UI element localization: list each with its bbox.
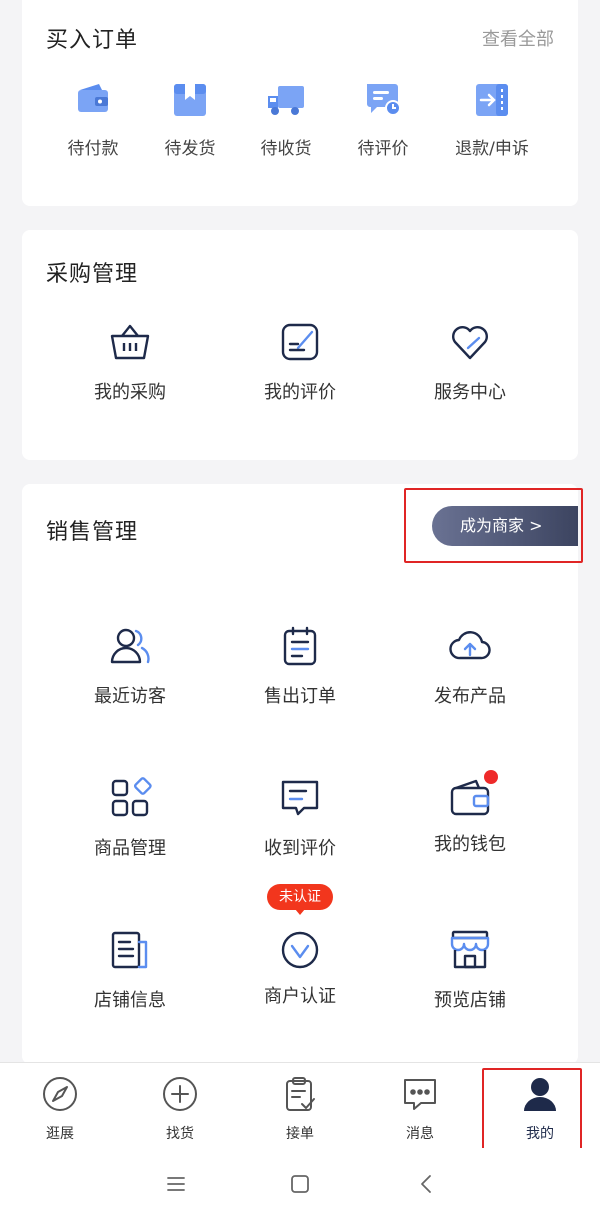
order-pending-shipment[interactable]: 待发货 (140, 78, 240, 159)
tab-take-orders[interactable]: 接单 (240, 1075, 360, 1143)
wallet-outline-icon (450, 779, 490, 816)
order-refund[interactable]: 退款/申诉 (442, 78, 542, 159)
sold-orders-label: 售出订单 (264, 686, 336, 707)
order-pending-receipt-label: 待收货 (260, 139, 312, 159)
product-management-item[interactable]: 商品管理 (50, 776, 210, 860)
order-pending-review-label: 待评价 (357, 139, 409, 159)
tab-explore-label: 逛展 (46, 1126, 74, 1142)
merchant-verification-item[interactable]: 未认证 商户认证 (220, 884, 380, 1008)
order-check-icon (286, 1077, 315, 1111)
sold-orders-item[interactable]: 售出订单 (220, 624, 380, 708)
cloud-upload-icon (449, 631, 491, 660)
home-square-icon[interactable] (286, 1170, 314, 1198)
preview-store-item[interactable]: 预览店铺 (390, 928, 550, 1012)
my-reviews-item[interactable]: 我的评价 (220, 320, 380, 404)
chat-icon (404, 1079, 436, 1110)
my-reviews-label: 我的评价 (264, 382, 336, 403)
buy-orders-card: 买入订单 查看全部 待付款 待发货 待收货 待评价 退款/申诉 (22, 0, 578, 206)
service-center-label: 服务中心 (434, 382, 506, 403)
received-reviews-item[interactable]: 收到评价 (220, 776, 380, 860)
back-chevron-icon[interactable] (412, 1170, 440, 1198)
menu-icon[interactable] (162, 1170, 190, 1198)
wallet-notification-dot (484, 770, 498, 784)
tab-find-goods-label: 找货 (166, 1126, 194, 1142)
plus-circle-icon (163, 1077, 197, 1111)
recent-visitors-item[interactable]: 最近访客 (50, 624, 210, 708)
view-all-link[interactable]: 查看全部 (482, 25, 554, 51)
tab-take-orders-label: 接单 (286, 1126, 314, 1142)
order-pending-review[interactable]: 待评价 (333, 78, 433, 159)
my-purchases-item[interactable]: 我的采购 (50, 320, 210, 404)
order-pending-payment-label: 待付款 (67, 139, 119, 159)
visitors-icon (110, 628, 150, 664)
truck-icon (268, 86, 304, 115)
unverified-badge: 未认证 (267, 884, 333, 915)
document-icon (111, 931, 148, 969)
basket-icon (110, 324, 150, 360)
wallet-icon-wrap (448, 770, 498, 820)
service-center-item[interactable]: 服务中心 (390, 320, 550, 404)
order-pending-shipment-label: 待发货 (164, 139, 216, 159)
clipboard-icon (283, 626, 317, 666)
recent-visitors-label: 最近访客 (94, 686, 166, 707)
verify-icon (281, 931, 319, 969)
tab-messages[interactable]: 消息 (360, 1075, 480, 1143)
sales-management-card: 销售管理 成为商家 > 最近访客 售出订单 发布产品 商品管理 收到评价 我的钱… (22, 484, 578, 1064)
system-navigation-bar (0, 1148, 600, 1218)
tab-explore[interactable]: 逛展 (0, 1075, 120, 1143)
mine-tab-highlight (482, 1068, 582, 1156)
order-refund-label: 退款/申诉 (455, 139, 529, 159)
order-pending-receipt[interactable]: 待收货 (236, 78, 336, 159)
message-icon (281, 780, 319, 816)
store-info-label: 店铺信息 (94, 990, 166, 1011)
received-reviews-label: 收到评价 (264, 838, 336, 859)
my-wallet-item[interactable]: 我的钱包 (390, 770, 550, 856)
verify-icon-wrap: 未认证 (267, 884, 333, 972)
edit-review-icon (281, 323, 319, 361)
publish-product-item[interactable]: 发布产品 (390, 624, 550, 708)
purchase-management-card: 采购管理 我的采购 我的评价 服务中心 (22, 230, 578, 460)
my-wallet-label: 我的钱包 (434, 834, 506, 855)
heart-icon (452, 326, 488, 360)
product-management-label: 商品管理 (94, 838, 166, 859)
sales-management-title: 销售管理 (46, 520, 139, 545)
grid-icon (111, 777, 152, 817)
publish-product-label: 发布产品 (434, 686, 506, 707)
store-info-item[interactable]: 店铺信息 (50, 928, 210, 1012)
refund-icon (476, 84, 508, 116)
compass-icon (43, 1077, 77, 1111)
tab-find-goods[interactable]: 找货 (120, 1075, 240, 1143)
preview-store-label: 预览店铺 (434, 990, 506, 1011)
store-icon (450, 930, 490, 969)
merchant-button-highlight (404, 488, 583, 563)
purchase-management-title: 采购管理 (46, 262, 139, 287)
merchant-verification-label: 商户认证 (264, 986, 336, 1007)
buy-orders-title: 买入订单 (46, 28, 139, 53)
package-icon (174, 84, 206, 116)
wallet-icon (78, 84, 108, 112)
my-purchases-label: 我的采购 (94, 382, 166, 403)
order-pending-payment[interactable]: 待付款 (43, 78, 143, 159)
tab-messages-label: 消息 (406, 1126, 434, 1142)
review-chat-icon (367, 84, 401, 116)
